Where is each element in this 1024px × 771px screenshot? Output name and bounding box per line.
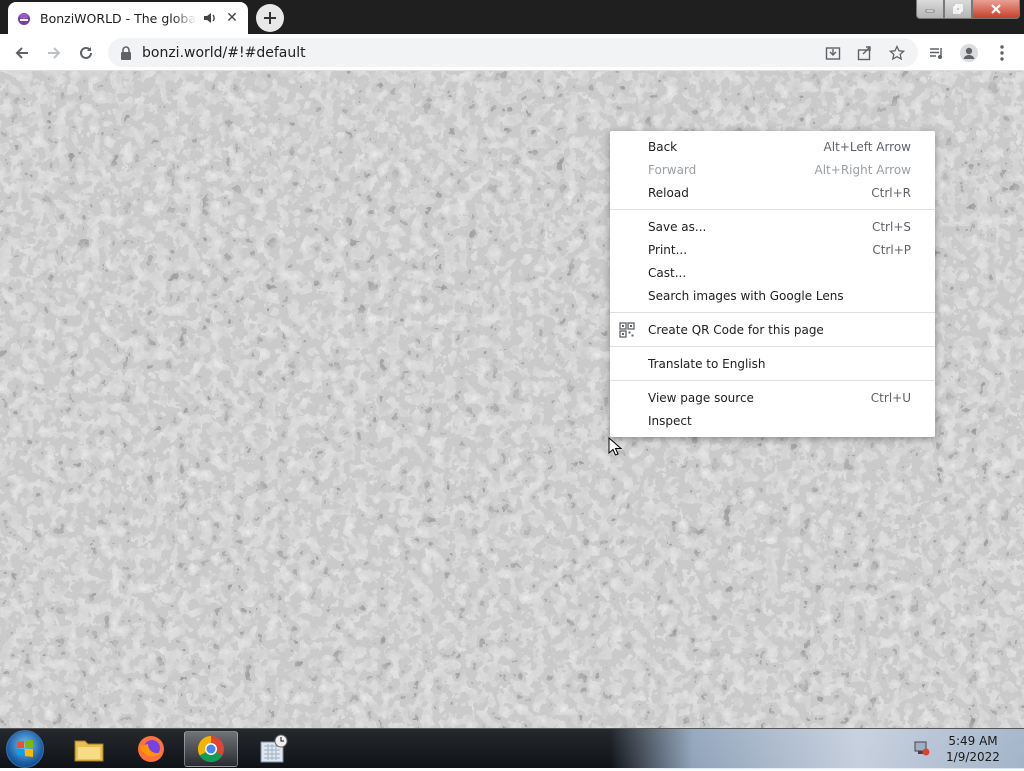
menu-item-label: Search images with Google Lens [648, 288, 844, 303]
system-clock[interactable]: 5:49 AM 1/9/2022 [944, 733, 1002, 765]
install-app-button[interactable] [820, 40, 846, 66]
menu-item-cast[interactable]: Cast... [610, 261, 935, 284]
more-vert-icon [1000, 45, 1004, 61]
new-tab-button[interactable] [256, 4, 284, 32]
tab-title: BonziWORLD - The global leader in Bonzi [40, 10, 196, 26]
menu-item-label: Print... [648, 242, 688, 257]
media-queue-icon [930, 48, 942, 59]
context-menu: Back Alt+Left Arrow Forward Alt+Right Arro… [610, 131, 935, 437]
avatar-icon [960, 44, 978, 62]
address-bar[interactable]: bonzi.world/#!#default [108, 38, 918, 67]
menu-item-shortcut: Alt+Left Arrow [823, 139, 911, 154]
install-icon [825, 47, 841, 60]
lock-icon [121, 45, 131, 60]
taskbar-chrome[interactable] [184, 731, 238, 767]
network-status-icon[interactable] [913, 739, 931, 757]
minimize-button[interactable] [916, 0, 944, 19]
windows-logo-icon [17, 740, 33, 757]
menu-separator [610, 380, 935, 381]
window-controls [916, 0, 1020, 20]
speaker-icon[interactable] [202, 10, 218, 26]
menu-item-save-as[interactable]: Save as... Ctrl+S [610, 215, 935, 238]
back-button[interactable] [9, 40, 35, 66]
restore-button[interactable] [944, 0, 972, 19]
menu-item-label: Translate to English [648, 356, 766, 371]
browser-toolbar: bonzi.world/#!#default [0, 34, 1024, 71]
bonzi-favicon-icon [18, 13, 30, 25]
menu-separator [610, 346, 935, 347]
taskbar: 5:49 AM 1/9/2022 [0, 728, 1024, 769]
close-icon [991, 4, 1001, 14]
menu-item-label: Reload [648, 185, 689, 200]
url-text: bonzi.world/#!#default [142, 44, 306, 61]
title-bar: BonziWORLD - The global leader in Bonzi … [0, 0, 1024, 34]
web-page-content[interactable]: Back Alt+Left Arrow Forward Alt+Right Arro… [0, 71, 1024, 728]
menu-item-back[interactable]: Back Alt+Left Arrow [610, 135, 935, 158]
taskbar-file-explorer[interactable] [62, 731, 116, 767]
menu-item-reload[interactable]: Reload Ctrl+R [610, 181, 935, 204]
menu-item-shortcut: Ctrl+U [870, 390, 911, 405]
taskbar-firefox[interactable] [124, 731, 178, 767]
arrow-right-icon [48, 47, 61, 59]
share-icon [857, 46, 871, 61]
menu-item-view-source[interactable]: View page source Ctrl+U [610, 386, 935, 409]
chrome-icon [197, 735, 224, 763]
desktop-gadget-icon [260, 734, 288, 763]
clock-time: 5:49 AM [948, 734, 998, 748]
menu-item-print[interactable]: Print... Ctrl+P [610, 238, 935, 261]
firefox-icon [138, 736, 164, 762]
menu-item-google-lens[interactable]: Search images with Google Lens [610, 284, 935, 307]
menu-item-label: View page source [648, 390, 754, 405]
bookmark-button[interactable] [884, 40, 910, 66]
menu-item-label: Cast... [648, 265, 687, 280]
menu-item-label: Save as... [648, 219, 707, 234]
menu-item-shortcut: Ctrl+R [871, 185, 911, 200]
menu-item-shortcut: Alt+Right Arrow [814, 162, 911, 177]
menu-item-translate[interactable]: Translate to English [610, 352, 935, 375]
taskbar-gadget[interactable] [246, 731, 300, 767]
menu-item-label: Inspect [648, 413, 692, 428]
menu-item-label: Forward [648, 162, 697, 177]
qr-code-icon [619, 322, 635, 338]
forward-button[interactable] [41, 40, 67, 66]
menu-button[interactable] [989, 40, 1015, 66]
mouse-cursor-icon [608, 437, 622, 456]
menu-item-label: Create QR Code for this page [648, 322, 824, 337]
menu-item-forward[interactable]: Forward Alt+Right Arrow [610, 158, 935, 181]
menu-item-inspect[interactable]: Inspect [610, 409, 935, 432]
arrow-left-icon [15, 47, 28, 59]
start-button[interactable] [6, 730, 44, 768]
folder-icon [74, 740, 104, 762]
menu-separator [610, 209, 935, 210]
menu-item-qr-code[interactable]: Create QR Code for this page [610, 318, 935, 341]
reload-button[interactable] [73, 40, 99, 66]
star-icon [889, 45, 905, 61]
clock-date: 1/9/2022 [946, 750, 1000, 764]
profile-button[interactable] [956, 40, 982, 66]
share-button[interactable] [852, 40, 878, 66]
menu-item-shortcut: Ctrl+S [871, 219, 911, 234]
menu-item-shortcut: Ctrl+P [872, 242, 911, 257]
plus-icon [264, 12, 276, 24]
reload-icon [80, 46, 92, 59]
menu-item-label: Back [648, 139, 678, 154]
restore-icon [953, 4, 963, 14]
media-controls-button[interactable] [924, 40, 950, 66]
minimize-icon [925, 9, 935, 13]
browser-tab[interactable]: BonziWORLD - The global leader in Bonzi … [8, 2, 248, 34]
browser-window: BonziWORLD - The global leader in Bonzi … [0, 0, 1024, 728]
tab-close-icon[interactable]: ✕ [224, 10, 240, 26]
menu-separator [610, 312, 935, 313]
close-window-button[interactable] [972, 0, 1020, 19]
